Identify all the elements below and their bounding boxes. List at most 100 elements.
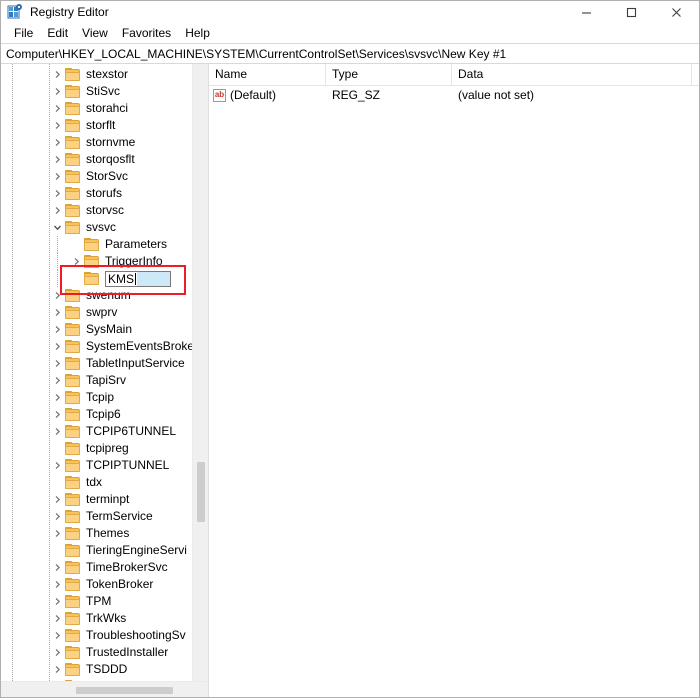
- tree-item[interactable]: TermService: [1, 508, 192, 525]
- folder-icon: [65, 391, 81, 405]
- tree-item[interactable]: TieringEngineServi: [1, 542, 192, 559]
- tree-no-expander: [68, 236, 84, 253]
- tree-item[interactable]: TCPIPTUNNEL: [1, 457, 192, 474]
- chevron-right-icon[interactable]: [49, 100, 65, 117]
- tree-item[interactable]: storqosflt: [1, 151, 192, 168]
- chevron-right-icon[interactable]: [49, 338, 65, 355]
- tree-item[interactable]: svsvc: [1, 219, 192, 236]
- tree-item[interactable]: StiSvc: [1, 83, 192, 100]
- chevron-right-icon[interactable]: [49, 491, 65, 508]
- chevron-right-icon[interactable]: [49, 202, 65, 219]
- tree-vertical-scrollbar[interactable]: [192, 64, 208, 681]
- chevron-right-icon[interactable]: [49, 627, 65, 644]
- chevron-right-icon[interactable]: [49, 372, 65, 389]
- tree-item[interactable]: Tcpip: [1, 389, 192, 406]
- tree-item-label: TPM: [86, 593, 111, 610]
- tree-item[interactable]: stornvme: [1, 134, 192, 151]
- folder-icon: [65, 408, 81, 422]
- tree-item[interactable]: tcpipreg: [1, 440, 192, 457]
- menu-favorites[interactable]: Favorites: [115, 23, 178, 43]
- folder-icon: [65, 561, 81, 575]
- chevron-right-icon[interactable]: [49, 593, 65, 610]
- chevron-right-icon[interactable]: [49, 389, 65, 406]
- tree-item[interactable]: TroubleshootingSv: [1, 627, 192, 644]
- chevron-right-icon[interactable]: [49, 304, 65, 321]
- menu-view[interactable]: View: [75, 23, 115, 43]
- tree-item-label: StorSvc: [86, 168, 128, 185]
- chevron-right-icon[interactable]: [49, 185, 65, 202]
- chevron-right-icon[interactable]: [49, 525, 65, 542]
- folder-icon: [65, 306, 81, 320]
- chevron-right-icon[interactable]: [49, 83, 65, 100]
- chevron-right-icon[interactable]: [49, 423, 65, 440]
- tree-item[interactable]: terminpt: [1, 491, 192, 508]
- tree-item[interactable]: swprv: [1, 304, 192, 321]
- tree-horizontal-scrollbar[interactable]: [1, 681, 208, 697]
- chevron-right-icon[interactable]: [49, 508, 65, 525]
- tree-item[interactable]: TSDDD: [1, 661, 192, 678]
- chevron-right-icon[interactable]: [49, 321, 65, 338]
- tree-item[interactable]: Parameters: [1, 236, 192, 253]
- tree-vscroll-thumb[interactable]: [197, 462, 205, 522]
- key-rename-input[interactable]: KMS: [105, 271, 171, 287]
- tree-item[interactable]: TimeBrokerSvc: [1, 559, 192, 576]
- tree-item[interactable]: swenum: [1, 287, 192, 304]
- tree-item-label: storflt: [86, 117, 115, 134]
- tree-item-label: stexstor: [86, 66, 128, 83]
- tree-item-label: SystemEventsBroke: [86, 338, 192, 355]
- column-header-type[interactable]: Type: [326, 64, 452, 85]
- folder-icon: [65, 510, 81, 524]
- address-bar[interactable]: Computer\HKEY_LOCAL_MACHINE\SYSTEM\Curre…: [1, 43, 699, 64]
- tree-item[interactable]: tdx: [1, 474, 192, 491]
- chevron-right-icon[interactable]: [49, 559, 65, 576]
- tree-hscroll-thumb[interactable]: [76, 687, 173, 694]
- tree-item[interactable]: Tcpip6: [1, 406, 192, 423]
- tree-item[interactable]: TrustedInstaller: [1, 644, 192, 661]
- tree-item[interactable]: TapiSrv: [1, 372, 192, 389]
- close-button[interactable]: [654, 1, 699, 23]
- chevron-right-icon[interactable]: [49, 355, 65, 372]
- tree-item[interactable]: Themes: [1, 525, 192, 542]
- menu-file[interactable]: File: [7, 23, 40, 43]
- column-header-data[interactable]: Data: [452, 64, 692, 85]
- tree-item-editing[interactable]: KMS: [1, 270, 192, 287]
- menu-help[interactable]: Help: [178, 23, 217, 43]
- chevron-right-icon[interactable]: [68, 253, 84, 270]
- tree-item[interactable]: storflt: [1, 117, 192, 134]
- chevron-right-icon[interactable]: [49, 457, 65, 474]
- tree-item[interactable]: TabletInputService: [1, 355, 192, 372]
- tree-item[interactable]: StorSvc: [1, 168, 192, 185]
- tree-item[interactable]: SystemEventsBroke: [1, 338, 192, 355]
- tree-item-label: storqosflt: [86, 151, 135, 168]
- tree-item[interactable]: storahci: [1, 100, 192, 117]
- chevron-right-icon[interactable]: [49, 644, 65, 661]
- folder-icon: [65, 68, 81, 82]
- tree-item[interactable]: TriggerInfo: [1, 253, 192, 270]
- maximize-button[interactable]: [609, 1, 654, 23]
- registry-editor-window: Registry Editor File Edit View Favorites…: [0, 0, 700, 698]
- tree-item[interactable]: stexstor: [1, 66, 192, 83]
- tree-item[interactable]: TrkWks: [1, 610, 192, 627]
- chevron-right-icon[interactable]: [49, 134, 65, 151]
- tree-item[interactable]: TCPIP6TUNNEL: [1, 423, 192, 440]
- chevron-down-icon[interactable]: [49, 219, 65, 236]
- chevron-right-icon[interactable]: [49, 610, 65, 627]
- chevron-right-icon[interactable]: [49, 576, 65, 593]
- minimize-button[interactable]: [564, 1, 609, 23]
- tree-item-label: TokenBroker: [86, 576, 153, 593]
- chevron-right-icon[interactable]: [49, 661, 65, 678]
- table-row[interactable]: ab (Default) REG_SZ (value not set): [209, 86, 699, 104]
- tree-item[interactable]: TPM: [1, 593, 192, 610]
- column-header-name[interactable]: Name: [209, 64, 326, 85]
- chevron-right-icon[interactable]: [49, 406, 65, 423]
- tree-item[interactable]: storufs: [1, 185, 192, 202]
- chevron-right-icon[interactable]: [49, 117, 65, 134]
- menu-edit[interactable]: Edit: [40, 23, 75, 43]
- tree-item[interactable]: storvsc: [1, 202, 192, 219]
- chevron-right-icon[interactable]: [49, 66, 65, 83]
- tree-item[interactable]: TokenBroker: [1, 576, 192, 593]
- chevron-right-icon[interactable]: [49, 287, 65, 304]
- tree-item[interactable]: SysMain: [1, 321, 192, 338]
- chevron-right-icon[interactable]: [49, 168, 65, 185]
- chevron-right-icon[interactable]: [49, 151, 65, 168]
